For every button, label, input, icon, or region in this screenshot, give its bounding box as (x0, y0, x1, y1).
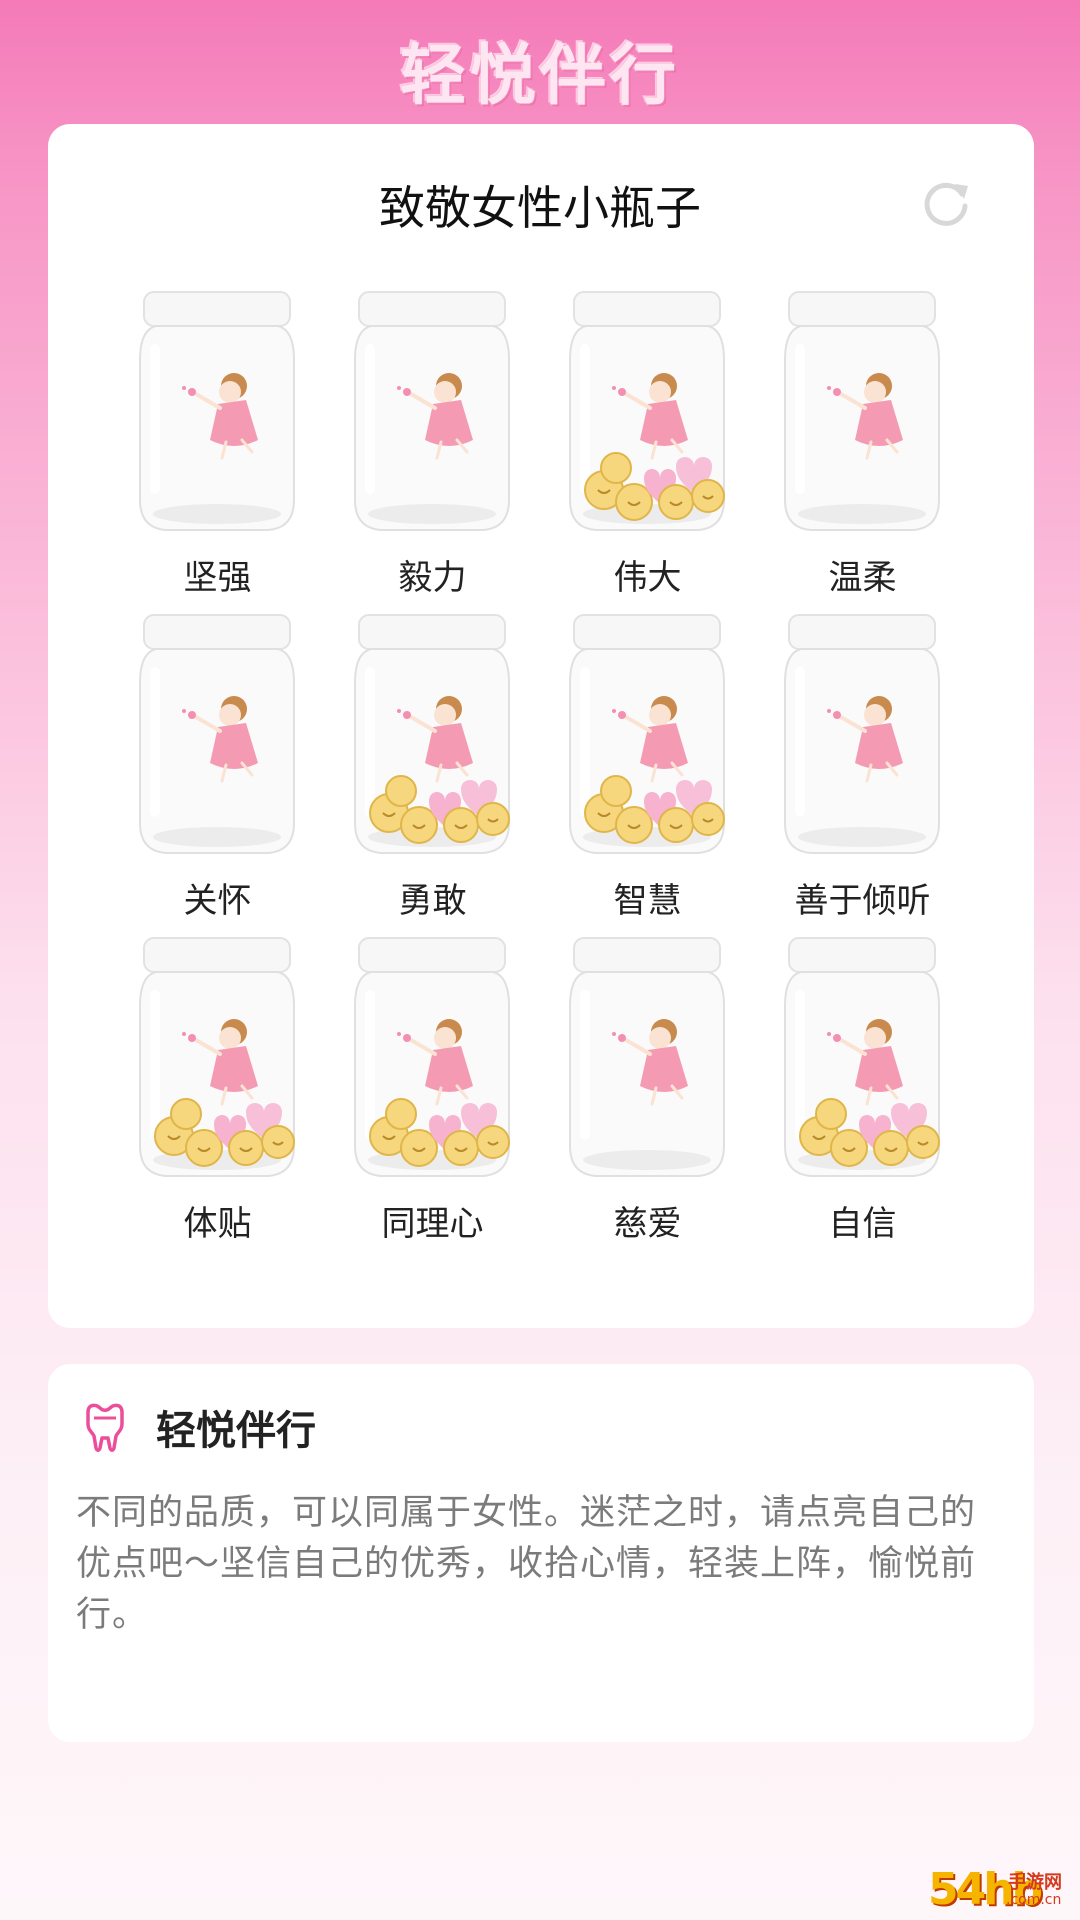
jar-item[interactable]: 温柔 (755, 290, 970, 613)
jar-label: 关怀 (183, 881, 252, 921)
filled-jar-icon (779, 936, 945, 1181)
jar-label: 慈爱 (613, 1204, 682, 1244)
jar-label: 同理心 (381, 1204, 484, 1244)
tooth-icon (86, 1403, 124, 1452)
empty-jar-icon (779, 290, 945, 535)
filled-jar-icon (349, 936, 515, 1181)
jar-label: 自信 (828, 1204, 897, 1244)
jar-item[interactable]: 善于倾听 (755, 613, 970, 936)
info-title: 轻悦伴行 (156, 1408, 316, 1454)
watermark-domain: .com.cn (1006, 1892, 1062, 1908)
jar-item[interactable]: 伟大 (540, 290, 755, 613)
filled-jar-icon (564, 613, 730, 858)
jar-label: 智慧 (613, 881, 682, 921)
watermark-logo: 54hb 手游网 .com.cn (928, 1864, 1076, 1916)
empty-jar-icon (134, 613, 300, 858)
jar-item[interactable]: 同理心 (325, 936, 540, 1259)
jar-label: 勇敢 (398, 881, 467, 921)
jar-item[interactable]: 勇敢 (325, 613, 540, 936)
jar-item[interactable]: 关怀 (110, 613, 325, 936)
jar-item[interactable]: 毅力 (325, 290, 540, 613)
jar-item[interactable]: 慈爱 (540, 936, 755, 1259)
jar-label: 伟大 (613, 558, 682, 598)
jar-item[interactable]: 智慧 (540, 613, 755, 936)
jar-label: 体贴 (183, 1204, 252, 1244)
filled-jar-icon (564, 290, 730, 535)
filled-jar-icon (134, 936, 300, 1181)
info-body: 不同的品质，可以同属于女性。迷茫之时，请点亮自己的优点吧～坚信自己的优秀，收拾心… (76, 1493, 977, 1635)
empty-jar-icon (349, 290, 515, 535)
filled-jar-icon (349, 613, 515, 858)
app-title: 轻悦伴行 (400, 37, 680, 114)
watermark-text: 手游网 (1008, 1872, 1062, 1893)
jar-item[interactable]: 坚强 (110, 290, 325, 613)
jar-label: 坚强 (183, 558, 252, 598)
jar-item[interactable]: 体贴 (110, 936, 325, 1259)
empty-jar-icon (779, 613, 945, 858)
jar-label: 善于倾听 (794, 881, 931, 921)
jar-label: 温柔 (828, 558, 897, 598)
empty-jar-icon (564, 936, 730, 1181)
refresh-icon[interactable] (918, 176, 974, 232)
jar-label: 毅力 (398, 558, 467, 598)
jar-item[interactable]: 自信 (755, 936, 970, 1259)
empty-jar-icon (134, 290, 300, 535)
